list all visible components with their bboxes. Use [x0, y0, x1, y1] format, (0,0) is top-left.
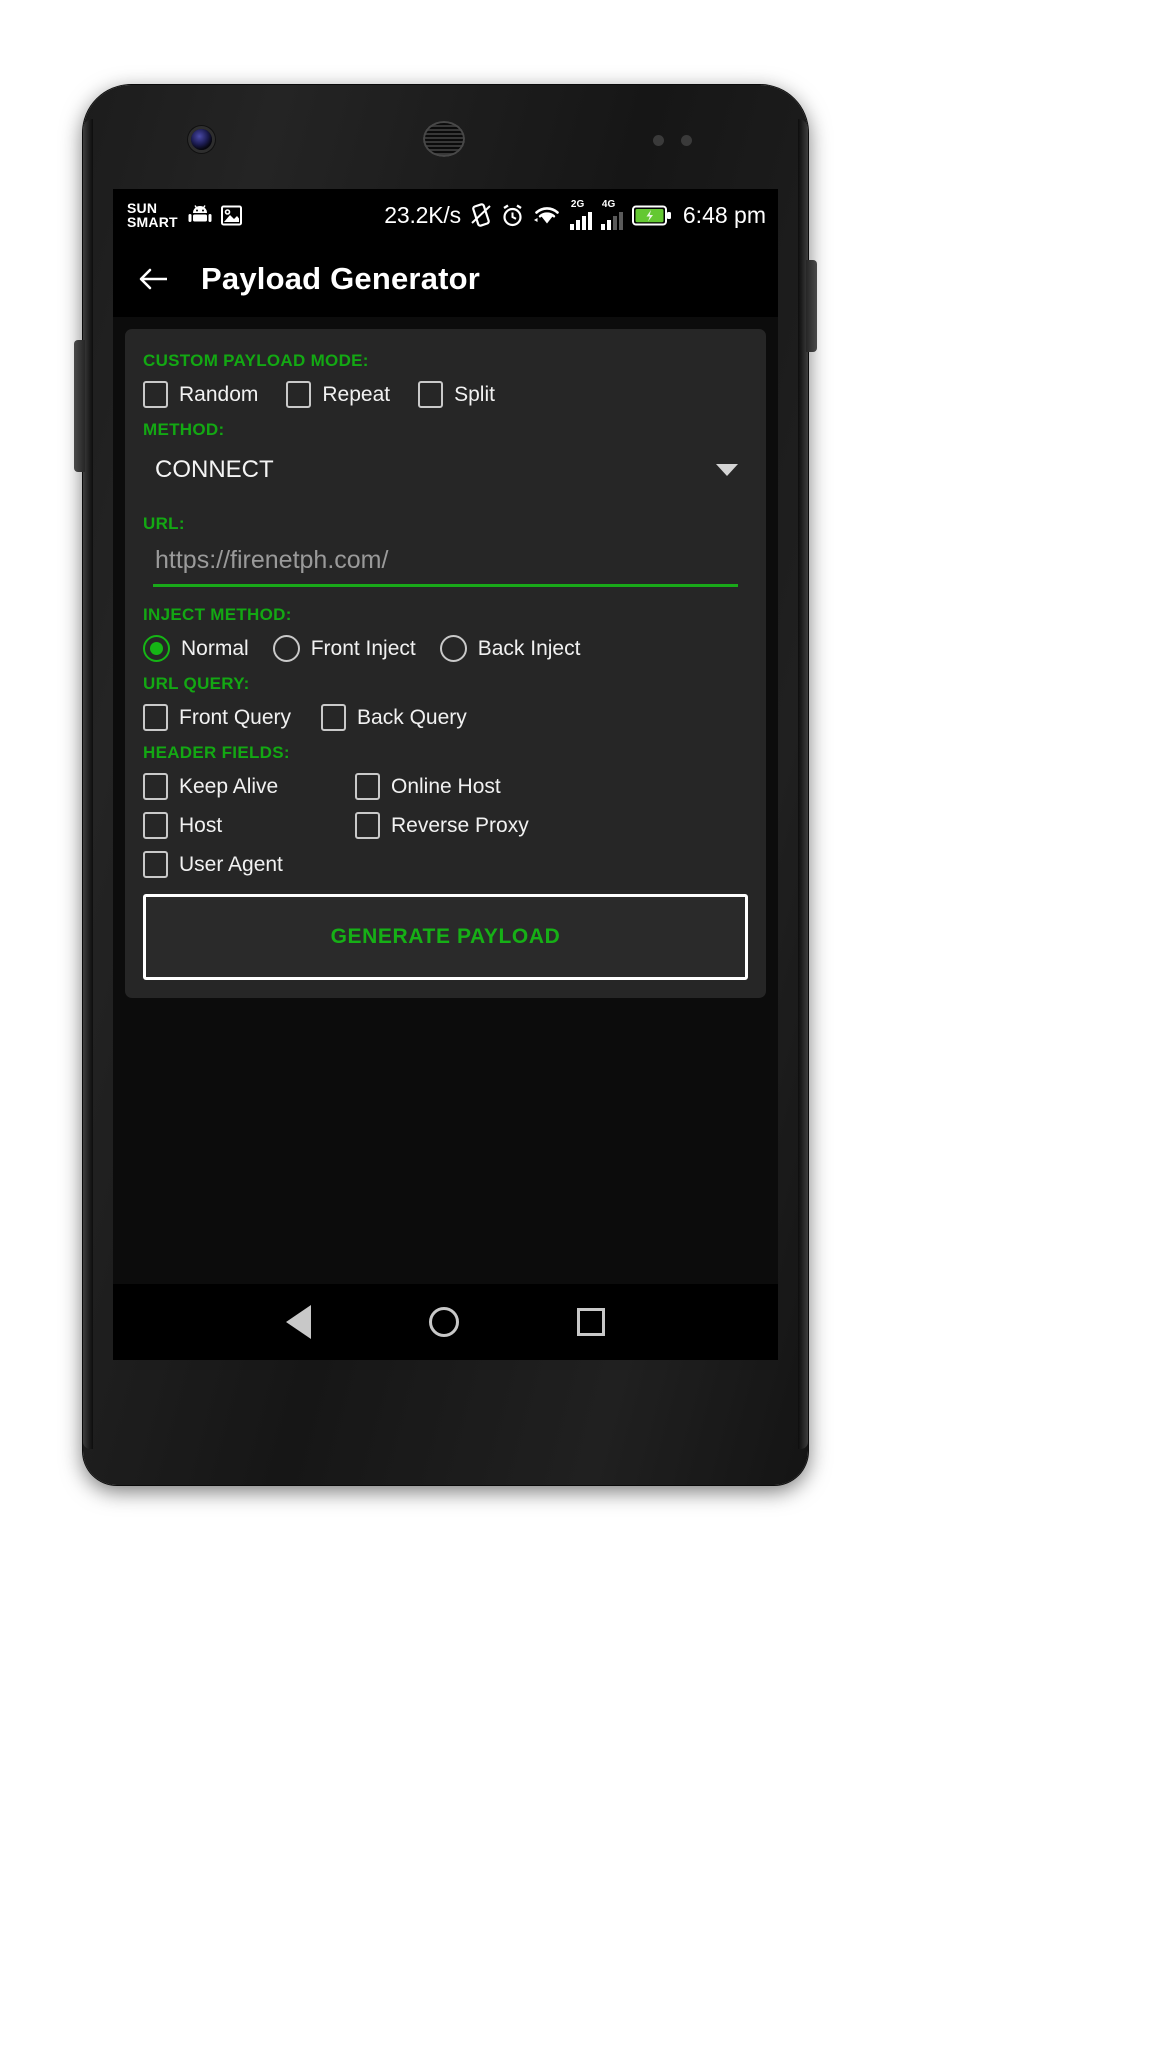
url-input[interactable]: [153, 540, 738, 587]
header-fields-row-3: User Agent: [143, 851, 748, 878]
checkbox-split-label: Split: [454, 382, 495, 406]
checkbox-repeat[interactable]: Repeat: [286, 381, 390, 408]
radio-back-inject-label: Back Inject: [477, 636, 581, 660]
checkbox-keep-alive-label: Keep Alive: [179, 774, 279, 798]
checkbox-user-agent-label: User Agent: [179, 852, 283, 876]
network-speed-text: 23.2K/s: [384, 201, 461, 228]
checkbox-front-query-label: Front Query: [179, 705, 292, 729]
phone-device-frame: SUN SMART 23.2K/s 2G 4G 6:48 pm Payload …: [74, 85, 817, 1485]
sim2-network-type: 4G: [601, 198, 616, 210]
page-title: Payload Generator: [201, 261, 481, 296]
carrier-label: SUN SMART: [127, 199, 178, 230]
phone-screen: SUN SMART 23.2K/s 2G 4G 6:48 pm Payload …: [113, 189, 778, 1360]
app-bar: Payload Generator: [113, 241, 778, 317]
checkbox-host-box[interactable]: [143, 812, 168, 839]
radio-normal-label: Normal: [181, 636, 249, 660]
payload-generator-form-card: CUSTOM PAYLOAD MODE: Random Repeat Split: [125, 329, 766, 998]
header-fields-row-1: Keep Alive Online Host: [143, 773, 748, 800]
battery-charging-icon: [631, 205, 672, 226]
checkbox-online-host-box[interactable]: [355, 773, 380, 800]
inject-method-label: INJECT METHOD:: [143, 605, 292, 624]
proximity-sensor-icon: [653, 135, 664, 146]
radio-front-inject-label: Front Inject: [310, 636, 416, 660]
method-selected-value: CONNECT: [155, 456, 274, 483]
checkbox-user-agent-box[interactable]: [143, 851, 168, 878]
wifi-icon: [533, 204, 561, 226]
sim2-bars: [600, 211, 623, 230]
radio-normal-circle[interactable]: [143, 635, 170, 662]
checkbox-reverse-proxy-label: Reverse Proxy: [391, 813, 529, 837]
nav-recents-icon[interactable]: [577, 1308, 605, 1336]
checkbox-back-query[interactable]: Back Query: [321, 704, 467, 731]
checkbox-online-host-label: Online Host: [391, 774, 501, 798]
header-fields-row-2: Host Reverse Proxy: [143, 812, 748, 839]
carrier-line-1: SUN: [127, 199, 158, 216]
url-label: URL:: [143, 514, 185, 533]
power-button[interactable]: [806, 260, 817, 352]
checkbox-keep-alive[interactable]: Keep Alive: [143, 773, 355, 800]
status-bar-clock: 6:48 pm: [682, 201, 766, 228]
checkbox-repeat-label: Repeat: [322, 382, 391, 406]
checkbox-repeat-box[interactable]: [286, 381, 312, 408]
checkbox-host[interactable]: Host: [143, 812, 355, 839]
checkbox-online-host[interactable]: Online Host: [355, 773, 501, 800]
radio-front-inject-circle[interactable]: [272, 635, 300, 662]
checkbox-random-box[interactable]: [143, 381, 168, 408]
checkbox-reverse-proxy[interactable]: Reverse Proxy: [355, 812, 529, 839]
alarm-icon: [501, 203, 524, 227]
app-content-area: CUSTOM PAYLOAD MODE: Random Repeat Split: [113, 317, 778, 1360]
earpiece-speaker-icon: [423, 121, 465, 157]
url-field-wrap: [143, 540, 748, 587]
checkbox-reverse-proxy-box[interactable]: [355, 812, 380, 839]
checkbox-random[interactable]: Random: [143, 381, 258, 408]
sim1-signal-icon: 2G: [569, 198, 592, 230]
sim1-network-type: 2G: [570, 198, 585, 210]
nav-home-icon[interactable]: [429, 1307, 459, 1337]
checkbox-keep-alive-box[interactable]: [143, 773, 168, 800]
device-left-edge: [83, 119, 93, 1449]
custom-payload-mode-row: Random Repeat Split: [143, 381, 748, 408]
custom-payload-mode-label: CUSTOM PAYLOAD MODE:: [143, 351, 369, 370]
volume-rocker-button[interactable]: [74, 340, 85, 472]
carrier-line-2: SMART: [127, 214, 178, 230]
sim2-signal-icon: 4G: [600, 198, 623, 230]
checkbox-split-box[interactable]: [418, 381, 444, 408]
checkbox-back-query-box[interactable]: [321, 704, 347, 731]
screenshot-icon: [220, 205, 242, 226]
checkbox-host-label: Host: [179, 813, 223, 837]
checkbox-front-query[interactable]: Front Query: [143, 704, 291, 731]
checkbox-front-query-box[interactable]: [143, 704, 168, 731]
sim1-bars: [569, 211, 592, 230]
arrow-left-icon[interactable]: [137, 262, 171, 296]
nav-back-icon[interactable]: [286, 1305, 311, 1339]
status-bar-right-group: 23.2K/s 2G 4G 6:48 pm: [384, 198, 766, 230]
url-query-row: Front Query Back Query: [143, 704, 748, 731]
method-select[interactable]: CONNECT: [143, 442, 748, 498]
inject-method-row: Normal Front Inject Back Inject: [143, 635, 748, 662]
checkbox-user-agent[interactable]: User Agent: [143, 851, 355, 878]
method-label: METHOD:: [143, 420, 225, 439]
radio-front-inject[interactable]: Front Inject: [272, 635, 416, 662]
generate-payload-button[interactable]: GENERATE PAYLOAD: [143, 894, 748, 980]
header-fields-label: HEADER FIELDS:: [143, 743, 290, 762]
radio-back-inject-circle[interactable]: [439, 635, 467, 662]
android-navigation-bar: [113, 1284, 778, 1360]
ambient-light-sensor-icon: [681, 135, 692, 146]
chevron-down-icon[interactable]: [716, 464, 738, 476]
checkbox-back-query-label: Back Query: [357, 705, 467, 729]
checkbox-split[interactable]: Split: [418, 381, 495, 408]
front-camera-icon: [191, 129, 212, 150]
android-icon: [187, 205, 213, 225]
status-bar: SUN SMART 23.2K/s 2G 4G 6:48 pm: [113, 189, 778, 241]
url-query-label: URL QUERY:: [143, 674, 250, 693]
radio-normal[interactable]: Normal: [143, 635, 249, 662]
checkbox-random-label: Random: [179, 382, 259, 406]
radio-back-inject[interactable]: Back Inject: [439, 635, 581, 662]
vibrate-icon: [470, 203, 492, 227]
